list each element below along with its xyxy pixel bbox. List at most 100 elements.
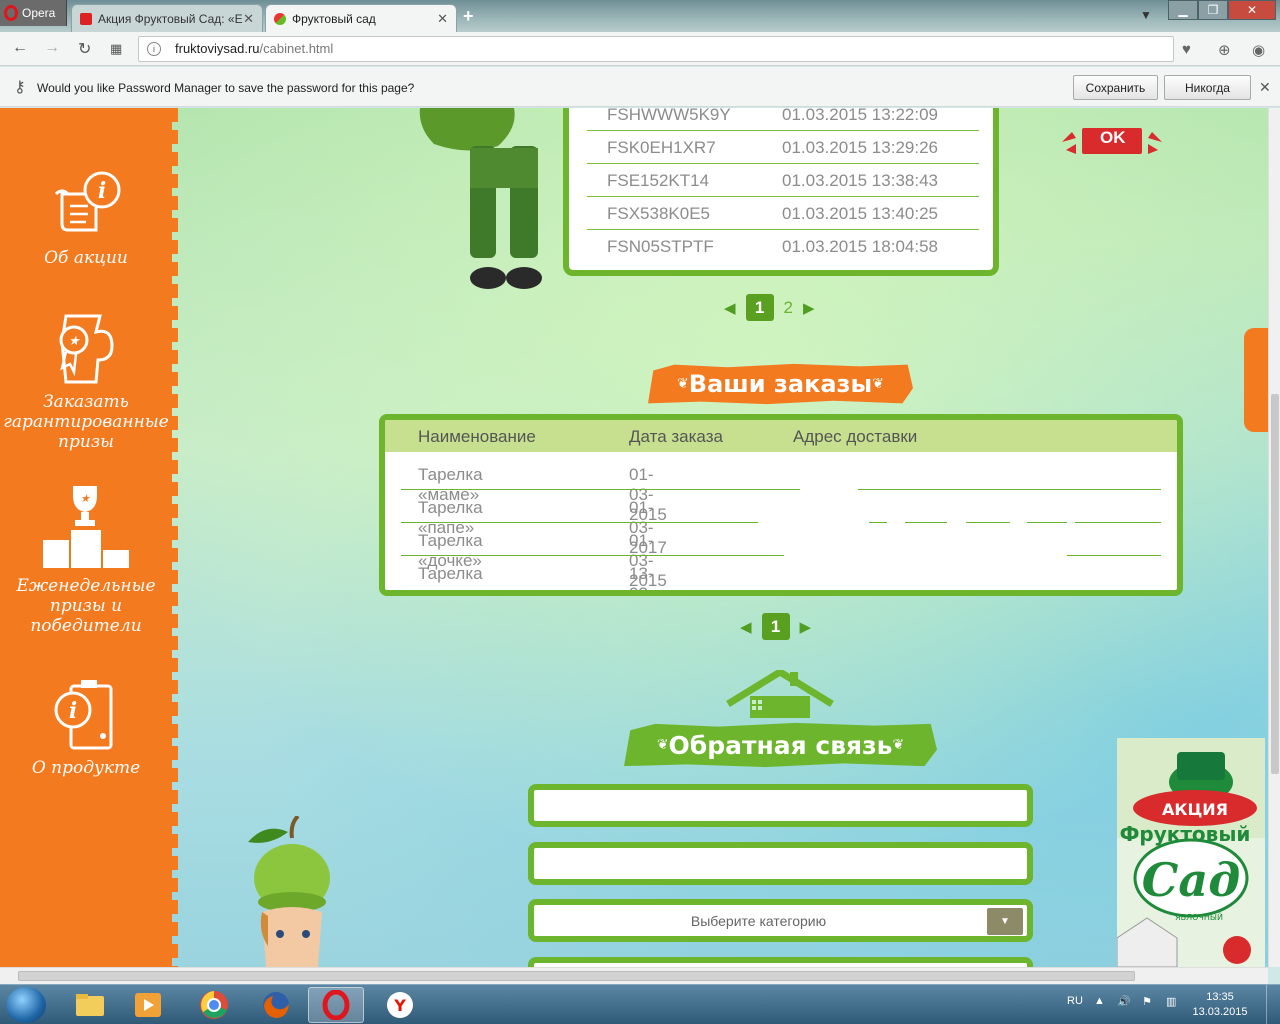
tab-fruktoviy-sad[interactable]: Фруктовый сад ✕ <box>265 4 457 32</box>
apple-mascot-image <box>419 108 542 289</box>
yandex-browser-app-icon[interactable]: Y <box>372 987 428 1023</box>
opera-app-icon[interactable] <box>308 987 364 1023</box>
row-divider <box>1067 555 1161 556</box>
never-save-button[interactable]: Никогда <box>1164 75 1251 100</box>
codes-table: FSHWWW5K9Y 01.03.2015 13:22:09 FSK0EH1XR… <box>563 108 999 276</box>
sidebar-item-about-product[interactable]: i О продукте <box>0 680 172 778</box>
email-field[interactable] <box>528 842 1033 885</box>
row-divider <box>401 555 784 556</box>
show-hidden-icons-icon[interactable]: ▲ <box>1094 995 1105 1007</box>
start-button[interactable] <box>6 987 46 1023</box>
extension-icon[interactable]: ◉ <box>1252 41 1265 59</box>
right-side-tab[interactable] <box>1244 328 1268 432</box>
show-desktop-button[interactable] <box>1266 985 1280 1024</box>
orders-pagination: ◀ 1 ▶ <box>740 613 811 640</box>
leaf-icon: ❦ <box>656 737 669 753</box>
save-password-button[interactable]: Сохранить <box>1073 75 1158 100</box>
maximize-button[interactable]: ❐ <box>1198 0 1228 20</box>
orders-title: Ваши заказы <box>688 370 873 398</box>
back-icon[interactable]: ← <box>12 39 28 57</box>
brand-big-label: Сад <box>1142 853 1240 907</box>
download-icon[interactable]: ⊕ <box>1218 41 1231 59</box>
volume-icon[interactable]: 🔊 <box>1117 995 1131 1008</box>
home-icon[interactable] <box>726 670 834 718</box>
tab-close-icon[interactable]: ✕ <box>437 11 448 27</box>
network-icon[interactable]: ▥ <box>1166 995 1176 1008</box>
minimize-button[interactable]: ▁ <box>1168 0 1198 20</box>
juice-pack-image: АКЦИЯ Фруктовый Сад ЯБЛОЧНЫЙ <box>1117 738 1265 967</box>
tab-promo[interactable]: Акция Фруктовый Сад: «Е ✕ <box>71 4 263 32</box>
category-select[interactable]: Выберите категорию ▼ <box>528 899 1033 942</box>
tab-title: Акция Фруктовый Сад: «Е <box>98 11 243 26</box>
name-field[interactable] <box>528 784 1033 827</box>
vertical-scrollbar[interactable] <box>1268 108 1280 967</box>
browser-titlebar: Opera Акция Фруктовый Сад: «Е ✕ Фруктовы… <box>0 0 1280 32</box>
language-indicator[interactable]: RU <box>1067 995 1083 1007</box>
column-header: Дата заказа <box>629 427 723 446</box>
datetime-cell: 01.03.2015 13:22:09 <box>782 108 938 124</box>
tab-title: Фруктовый сад <box>292 11 376 26</box>
opera-menu-label: Opera <box>22 6 56 20</box>
password-manager-bar: ⚷ Would you like Password Manager to sav… <box>0 67 1280 107</box>
page-link[interactable]: 2 <box>784 298 793 318</box>
order-name-cell: Тарелка «маме» <box>418 564 483 596</box>
next-page-icon[interactable]: ▶ <box>800 618 812 636</box>
password-prompt-text: Would you like Password Manager to save … <box>37 81 415 95</box>
row-divider <box>1027 522 1067 523</box>
code-cell: FSN05STPTF <box>607 237 714 256</box>
leaf-icon: ❦ <box>677 376 689 392</box>
media-player-app-icon[interactable] <box>120 987 176 1023</box>
next-page-icon[interactable]: ▶ <box>803 299 815 317</box>
chevron-down-icon[interactable]: ▼ <box>987 908 1023 935</box>
page-current[interactable]: 1 <box>745 294 774 321</box>
new-tab-icon[interactable]: + <box>463 6 474 27</box>
codes-pagination: ◀ 1 2 ▶ <box>724 294 815 321</box>
datetime-cell: 01.03.2015 13:29:26 <box>782 138 938 157</box>
opera-menu-button[interactable]: Opera <box>0 0 67 26</box>
order-date-cell: 13-03-2015 <box>629 564 654 596</box>
sidebar-item-about[interactable]: i Об акции <box>0 170 172 268</box>
sidebar-item-weekly-prizes[interactable]: ★ Еженедельные призы и победители <box>0 484 172 636</box>
feedback-title-banner: ❦ Обратная связь ❦ <box>624 722 937 768</box>
orders-table-header: Наименование Дата заказа Адрес доставки <box>385 420 1177 452</box>
column-header: Наименование <box>418 427 536 446</box>
row-divider <box>1075 522 1161 523</box>
svg-text:i: i <box>69 698 77 724</box>
action-center-icon[interactable]: ⚑ <box>1142 995 1152 1008</box>
forward-icon[interactable]: → <box>44 39 60 57</box>
prev-page-icon[interactable]: ◀ <box>724 299 736 317</box>
sidebar-item-order-prizes[interactable]: ★ Заказать гарантированные призы <box>0 308 172 452</box>
chrome-app-icon[interactable] <box>186 987 242 1023</box>
leaf-icon: ❦ <box>892 737 905 753</box>
firefox-app-icon[interactable] <box>248 987 304 1023</box>
speed-dial-icon[interactable]: ▦ <box>110 41 122 57</box>
scroll-thumb[interactable] <box>18 971 1135 981</box>
svg-text:Y: Y <box>393 996 406 1015</box>
close-window-button[interactable]: ✕ <box>1228 0 1276 20</box>
sidebar-item-label: Об акции <box>44 248 128 268</box>
close-bar-icon[interactable]: ✕ <box>1259 79 1271 96</box>
address-bar[interactable]: i fruktoviysad.ru/cabinet.html <box>138 36 1174 62</box>
page-current[interactable]: 1 <box>761 613 790 640</box>
message-field[interactable] <box>528 957 1033 967</box>
kid-mascot-image <box>248 816 330 967</box>
code-cell: FSE152KT14 <box>607 171 710 190</box>
tab-menu-icon[interactable]: ▼ <box>1140 8 1152 22</box>
explorer-app-icon[interactable] <box>62 987 118 1023</box>
table-row: FSE152KT14 01.03.2015 13:38:43 <box>587 164 979 197</box>
column-header: Адрес доставки <box>793 427 918 446</box>
prev-page-icon[interactable]: ◀ <box>740 618 752 636</box>
horizontal-scrollbar[interactable] <box>0 967 1268 984</box>
tab-close-icon[interactable]: ✕ <box>243 11 254 27</box>
system-clock[interactable]: 13:35 13.03.2015 <box>1190 990 1250 1020</box>
table-row: FSK0EH1XR7 01.03.2015 13:29:26 <box>587 131 979 164</box>
podium-trophy-icon: ★ <box>43 486 129 568</box>
scroll-thumb[interactable] <box>1271 394 1279 774</box>
product-info-icon: i <box>54 680 113 750</box>
reload-icon[interactable]: ↻ <box>78 39 91 59</box>
code-cell: FSK0EH1XR7 <box>607 138 716 157</box>
site-info-icon[interactable]: i <box>147 42 161 56</box>
heart-bookmark-icon[interactable]: ♥ <box>1182 41 1191 58</box>
page-content: i Об акции ★ Заказать гарантированные пр… <box>0 108 1268 967</box>
ok-label[interactable]: OK <box>1100 128 1126 148</box>
